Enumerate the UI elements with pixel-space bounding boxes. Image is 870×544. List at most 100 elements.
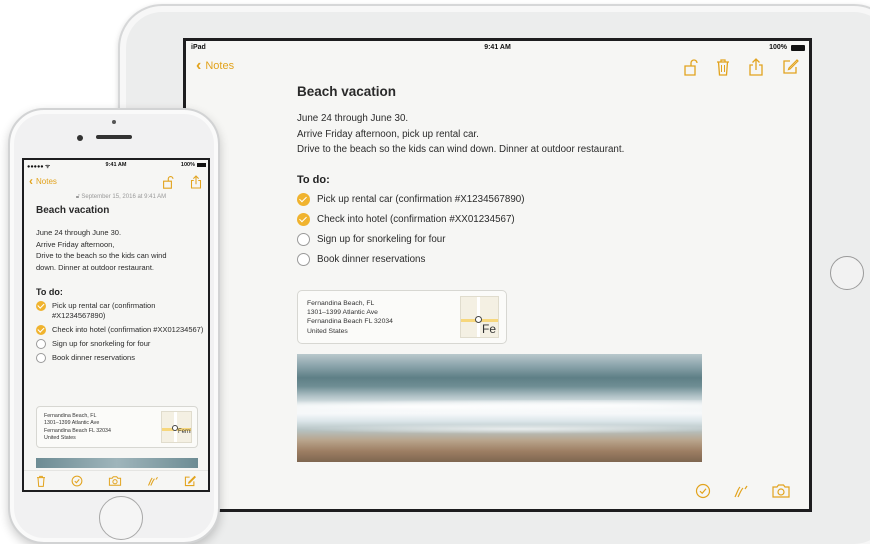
sketch-icon[interactable] xyxy=(733,483,749,499)
checklist-item: Check into hotel (confirmation #XX012345… xyxy=(36,325,206,335)
note-body: June 24 through June 30. Arrive Friday a… xyxy=(297,111,797,158)
note-body: June 24 through June 30. Arrive Friday a… xyxy=(36,227,206,273)
note-line: Drive to the beach so the kids can wind … xyxy=(297,144,625,155)
beach-photo[interactable] xyxy=(297,354,702,462)
iphone-speaker xyxy=(96,135,132,139)
checklist-item: Pick up rental car (confirmation #X12345… xyxy=(36,301,206,321)
chevron-left-icon: ‹ xyxy=(29,174,33,188)
photo-wave xyxy=(297,400,702,414)
status-time: 9:41 AM xyxy=(484,44,511,51)
back-label: Notes xyxy=(36,177,57,186)
iphone-home-button[interactable] xyxy=(99,496,143,540)
address-line: United States xyxy=(44,435,76,442)
back-label: Notes xyxy=(205,60,235,72)
nav-actions xyxy=(682,58,799,76)
ipad-screen: iPad 9:41 AM 100% ‹ Notes Beach vacation… xyxy=(183,38,812,512)
nav-actions xyxy=(161,175,202,189)
address-line: Fernandina Beach FL 32034 xyxy=(44,427,111,434)
iphone-nav-bar: ‹ Notes xyxy=(24,172,208,192)
ipad-home-button[interactable] xyxy=(830,256,864,290)
trash-icon[interactable] xyxy=(36,475,46,487)
unchecked-circle-icon[interactable] xyxy=(297,253,310,266)
lock-icon[interactable] xyxy=(161,175,174,189)
map-address: Fernandina Beach, FL 1301–1399 Atlantic … xyxy=(307,299,393,336)
checklist-icon[interactable] xyxy=(695,483,711,499)
iphone-sensor xyxy=(112,120,116,124)
compose-icon[interactable] xyxy=(184,475,196,487)
note-line: Arrive Friday afternoon, xyxy=(36,239,115,249)
note-title: Beach vacation xyxy=(297,84,397,99)
checklist-label: Pick up rental car (confirmation #X12345… xyxy=(52,301,156,320)
ipad-status-bar: iPad 9:41 AM 100% xyxy=(186,41,809,55)
checklist-item: Pick up rental car (confirmation #X12345… xyxy=(297,190,797,210)
map-address: Fernandina Beach, FL 1301–1399 Atlantic … xyxy=(44,413,111,443)
checked-circle-icon[interactable] xyxy=(36,301,46,311)
unchecked-circle-icon[interactable] xyxy=(297,233,310,246)
note-content[interactable]: 🔓︎ September 15, 2016 at 9:41 AM Beach v… xyxy=(36,194,206,363)
address-line: Fernandina Beach, FL xyxy=(44,413,97,419)
compose-icon[interactable] xyxy=(782,58,799,75)
back-button[interactable]: ‹ Notes xyxy=(196,57,235,74)
checked-circle-icon[interactable] xyxy=(36,325,46,335)
note-line: Drive to the beach so the kids can wind xyxy=(36,251,167,260)
map-thumbnail: Ferni xyxy=(161,411,192,443)
camera-icon[interactable] xyxy=(771,483,791,499)
note-content[interactable]: Beach vacation June 24 through June 30. … xyxy=(297,81,797,270)
checklist-label: Book dinner reservations xyxy=(317,254,426,265)
address-line: Fernandina Beach, FL xyxy=(307,300,375,307)
map-label: Fe xyxy=(482,322,497,336)
share-icon[interactable] xyxy=(748,58,764,76)
note-date: 🔓︎ September 15, 2016 at 9:41 AM xyxy=(36,194,206,201)
checked-circle-icon[interactable] xyxy=(297,213,310,226)
back-button[interactable]: ‹ Notes xyxy=(29,174,57,188)
photo-wave xyxy=(297,424,702,434)
note-line: down. Dinner at outdoor restaurant. xyxy=(36,262,154,272)
checklist-item: Sign up for snorkeling for four xyxy=(36,339,206,349)
map-attachment[interactable]: Fernandina Beach, FL 1301–1399 Atlantic … xyxy=(297,290,507,344)
checklist-label: Check into hotel (confirmation #XX012345… xyxy=(52,325,204,334)
note-title: Beach vacation xyxy=(36,205,110,216)
battery-icon xyxy=(791,45,805,51)
checklist-icon[interactable] xyxy=(71,475,83,487)
map-thumbnail: Fe xyxy=(460,296,499,338)
checklist-label: Pick up rental car (confirmation #X12345… xyxy=(317,194,525,205)
beach-photo[interactable] xyxy=(36,458,198,468)
address-line: Fernandina Beach FL 32034 xyxy=(307,318,393,326)
status-battery: 100% xyxy=(180,162,195,168)
address-line: 1301–1399 Atlantic Ave xyxy=(44,420,100,427)
checklist-item: Book dinner reservations xyxy=(297,250,797,270)
checklist-item: Sign up for snorkeling for four xyxy=(297,230,797,250)
note-line: June 24 through June 30. xyxy=(36,228,122,237)
iphone-toolbar xyxy=(24,470,208,490)
ipad-toolbar xyxy=(695,483,791,499)
trash-icon[interactable] xyxy=(716,58,730,76)
map-pin-icon xyxy=(475,316,482,323)
note-line: June 24 through June 30. xyxy=(297,113,409,124)
checklist-item: Check into hotel (confirmation #XX012345… xyxy=(297,210,797,230)
note-line: Arrive Friday afternoon, pick up rental … xyxy=(297,128,479,140)
ipad-nav-bar: ‹ Notes xyxy=(186,55,809,81)
battery-icon xyxy=(197,163,206,167)
map-label: Ferni xyxy=(178,429,192,435)
lock-icon[interactable] xyxy=(682,58,698,76)
address-line: 1301–1399 Atlantic Ave xyxy=(307,309,378,317)
checklist-item: Book dinner reservations xyxy=(36,353,206,363)
checklist-label: Sign up for snorkeling for four xyxy=(52,339,151,348)
checked-circle-icon[interactable] xyxy=(297,193,310,206)
iphone-screen: ●●●●● ᯤ 9:41 AM 100% ‹ Notes 🔓︎ Septembe… xyxy=(22,158,210,492)
map-attachment[interactable]: Fernandina Beach, FL 1301–1399 Atlantic … xyxy=(36,406,198,448)
unchecked-circle-icon[interactable] xyxy=(36,339,46,349)
status-battery: 100% xyxy=(769,44,787,51)
iphone-camera xyxy=(77,135,83,141)
share-icon[interactable] xyxy=(190,175,202,189)
sketch-icon[interactable] xyxy=(147,475,159,487)
note-date-text: September 15, 2016 at 9:41 AM xyxy=(81,194,167,200)
chevron-left-icon: ‹ xyxy=(196,57,202,74)
checklist-label: Sign up for snorkeling for four xyxy=(317,234,446,245)
unchecked-circle-icon[interactable] xyxy=(36,353,46,363)
iphone-status-bar: ●●●●● ᯤ 9:41 AM 100% xyxy=(24,160,208,170)
todo-heading: To do: xyxy=(297,173,330,186)
camera-icon[interactable] xyxy=(108,475,122,487)
todo-heading: To do: xyxy=(36,287,63,297)
address-line: United States xyxy=(307,327,348,335)
